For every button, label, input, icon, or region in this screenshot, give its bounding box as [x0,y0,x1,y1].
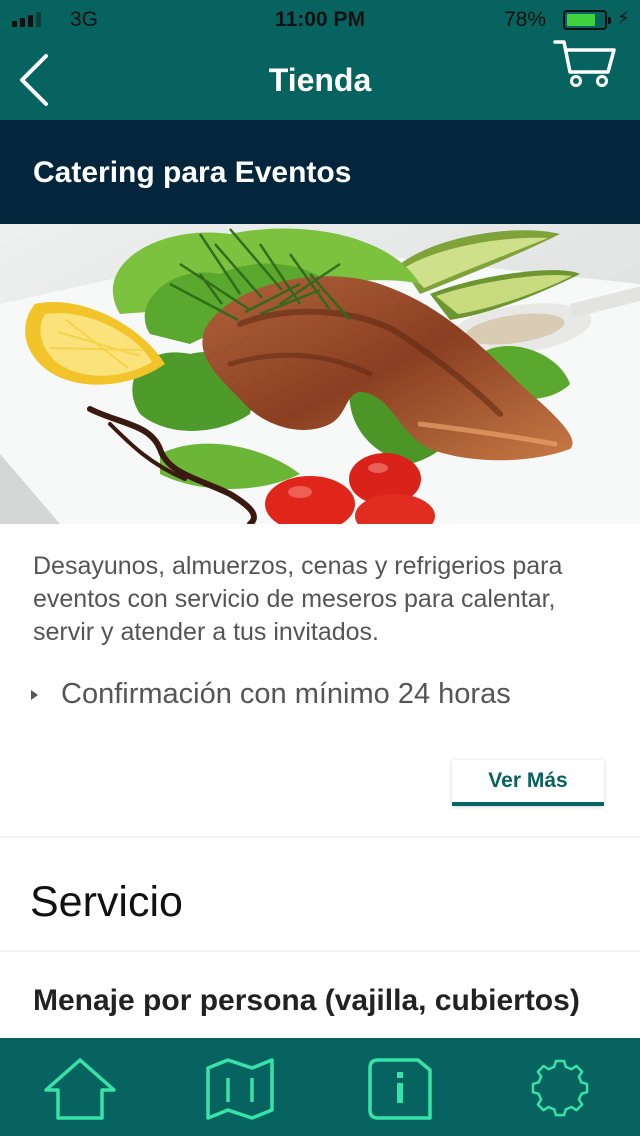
battery-icon [563,10,611,30]
ver-mas-button[interactable]: Ver Más [452,760,604,806]
section-header: Catering para Eventos [0,120,640,224]
hero-image [0,224,640,524]
tab-info[interactable] [360,1056,440,1122]
product-description: Desayunos, almuerzos, cenas y refrigerio… [33,552,563,646]
bullet-text: Confirmación con mínimo 24 horas [61,678,511,710]
tab-bar [0,1038,640,1136]
tab-home[interactable] [40,1056,120,1122]
tab-settings[interactable] [520,1056,600,1122]
header: 3G 11:00 PM 78% ⚡ Tienda [0,0,640,120]
info-icon [368,1058,432,1120]
service-heading: Servicio [30,878,183,926]
home-icon [44,1058,116,1120]
cart-button[interactable] [552,38,618,90]
gear-icon [531,1059,589,1117]
grilled-salmon-plate-photo [0,224,640,524]
service-section: Servicio [0,838,640,950]
cart-icon [553,40,616,87]
map-icon [206,1058,274,1120]
charging-icon: ⚡ [617,8,630,28]
bullet-list-item: Confirmación con mínimo 24 horas [30,678,511,711]
bullet-marker-icon [31,689,38,700]
tab-map[interactable] [200,1056,280,1122]
service-option-label: Menaje por persona (vajilla, cubiertos) [33,984,580,1017]
service-option[interactable]: Menaje por persona (vajilla, cubiertos) [0,952,640,1038]
product-card: Desayunos, almuerzos, cenas y refrigerio… [0,524,640,836]
section-title: Catering para Eventos [33,156,352,189]
battery-percent: 78% [504,8,547,31]
status-bar: 3G 11:00 PM 78% ⚡ [0,0,640,40]
page-title: Tienda [268,62,372,98]
